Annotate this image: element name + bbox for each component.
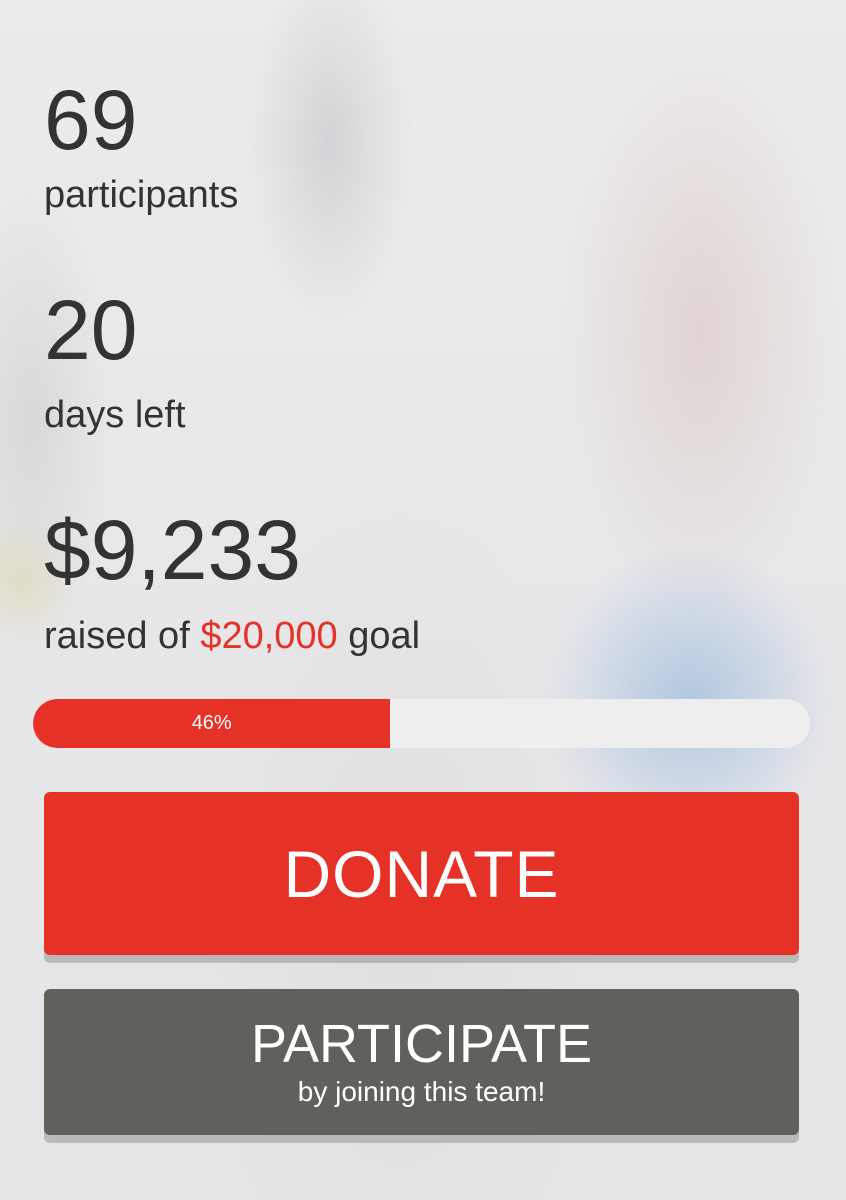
days-left-count: 20: [44, 283, 138, 377]
progress-percent-label: 46%: [191, 712, 232, 734]
participate-button-sublabel: by joining this team!: [297, 1076, 546, 1108]
fundraising-progress-bar: 46%: [33, 699, 810, 748]
goal-text: raised of $20,000 goal: [44, 617, 420, 655]
goal-text-suffix: goal: [337, 615, 421, 657]
participants-label: participants: [44, 174, 239, 216]
participants-count: 69: [44, 73, 138, 167]
donate-button-label: DONATE: [283, 836, 560, 911]
days-left-label: days left: [44, 394, 186, 436]
progress-bar-fill: 46%: [33, 699, 391, 748]
goal-amount: $20,000: [200, 615, 338, 657]
amount-raised: $9,233: [44, 503, 301, 597]
participate-button-label: PARTICIPATE: [250, 1013, 593, 1074]
campaign-stats-panel: 69 participants 20 days left $9,233 rais…: [0, 0, 846, 1200]
donate-button[interactable]: DONATE: [44, 792, 799, 955]
goal-text-prefix: raised of: [44, 615, 201, 657]
participate-button[interactable]: PARTICIPATE by joining this team!: [44, 989, 799, 1135]
